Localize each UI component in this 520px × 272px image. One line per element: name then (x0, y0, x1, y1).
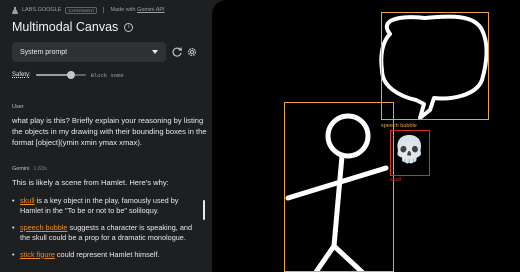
user-message: what play is this? Briefly explain your … (12, 116, 207, 147)
brand-bar: LABS.GOOGLE EXPERIMENT Made with Gemini … (12, 5, 165, 15)
highlight-link[interactable]: speech bubble (20, 223, 67, 232)
gear-icon[interactable] (186, 46, 198, 58)
skull-drawing: 💀 (393, 134, 426, 164)
slider-fill (35, 74, 71, 76)
system-prompt-value: System prompt (20, 48, 68, 56)
list-item: stick figure could represent Hamlet hims… (12, 249, 198, 261)
refresh-icon[interactable] (171, 46, 183, 58)
safety-control: Safety: Block some (12, 70, 124, 80)
safety-slider[interactable] (35, 70, 86, 80)
user-role-label: User (12, 104, 24, 110)
system-prompt-select[interactable]: System prompt (12, 42, 166, 62)
scrollbar-thumb[interactable] (203, 200, 205, 220)
bullet-text: could represent Hamlet himself. (54, 249, 160, 259)
safety-label: Safety: (12, 72, 31, 78)
title-row: Multimodal Canvas i (12, 20, 134, 34)
gemini-bullet-list: skull is a key object in the play, famou… (12, 196, 198, 266)
page-title: Multimodal Canvas (12, 20, 119, 34)
brand-name[interactable]: LABS.GOOGLE (22, 7, 61, 13)
made-with-text: Made with Gemini API (110, 7, 164, 13)
list-item: skull is a key object in the play, famou… (12, 196, 198, 217)
gemini-header: Gemini 1.63s (12, 166, 47, 172)
safety-value: Block some (90, 71, 124, 79)
speech-bubble-bbox (381, 12, 489, 120)
highlight-link[interactable]: stick figure (20, 250, 55, 259)
brand-divider (103, 7, 105, 13)
gemini-role-label: Gemini (12, 166, 30, 172)
response-time: 1.63s (33, 166, 47, 172)
highlight-link[interactable]: skull (20, 196, 35, 205)
skull-label: skull (390, 177, 402, 183)
drawing-canvas[interactable]: speech bubble 💀 skull (212, 0, 520, 272)
control-panel: LABS.GOOGLE EXPERIMENT Made with Gemini … (0, 0, 212, 272)
info-icon[interactable]: i (124, 22, 134, 32)
chevron-down-icon (152, 50, 158, 54)
slider-thumb[interactable] (66, 71, 75, 79)
list-item: speech bubble suggests a character is sp… (12, 223, 198, 244)
made-with-label: Made with (110, 7, 136, 13)
labs-flask-icon (12, 6, 18, 14)
gemini-intro: This is likely a scene from Hamlet. Here… (12, 178, 169, 187)
experiment-tag: EXPERIMENT (65, 6, 98, 14)
stick-figure-bbox (284, 102, 394, 272)
bullet-text: is a key object in the play, famously us… (20, 196, 179, 216)
gemini-api-link[interactable]: Gemini API (137, 7, 165, 13)
